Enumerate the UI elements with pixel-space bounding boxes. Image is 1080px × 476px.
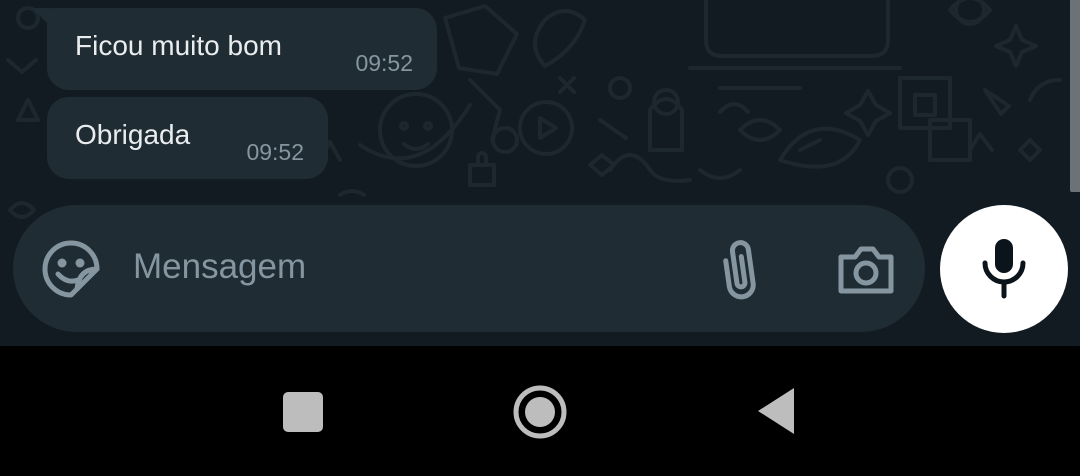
message-text: Obrigada	[75, 119, 191, 150]
message-bubble[interactable]: Ficou muito bom 09:52	[47, 8, 437, 90]
triangle-back-icon[interactable]	[756, 386, 796, 436]
message-time: 09:52	[355, 50, 413, 76]
message-time: 09:52	[246, 139, 304, 165]
sticker-emoji-icon[interactable]	[41, 239, 101, 299]
message-text: Ficou muito bom	[75, 30, 282, 61]
paperclip-icon[interactable]	[713, 237, 765, 301]
camera-icon[interactable]	[835, 243, 897, 297]
message-bubble[interactable]: Obrigada 09:52	[47, 97, 328, 179]
chat-area[interactable]: Ficou muito bom 09:52 Obrigada 09:52 Men…	[0, 0, 1080, 346]
mic-button[interactable]	[940, 205, 1068, 333]
square-recents-icon[interactable]	[283, 392, 323, 432]
scrollbar[interactable]	[1070, 0, 1080, 192]
message-input-bar[interactable]: Mensagem	[13, 205, 925, 332]
whatsapp-chat-screen: Ficou muito bom 09:52 Obrigada 09:52 Men…	[0, 0, 1080, 476]
circle-home-icon[interactable]	[512, 384, 568, 440]
system-navigation-bar	[0, 346, 1080, 476]
message-input[interactable]: Mensagem	[133, 247, 306, 287]
